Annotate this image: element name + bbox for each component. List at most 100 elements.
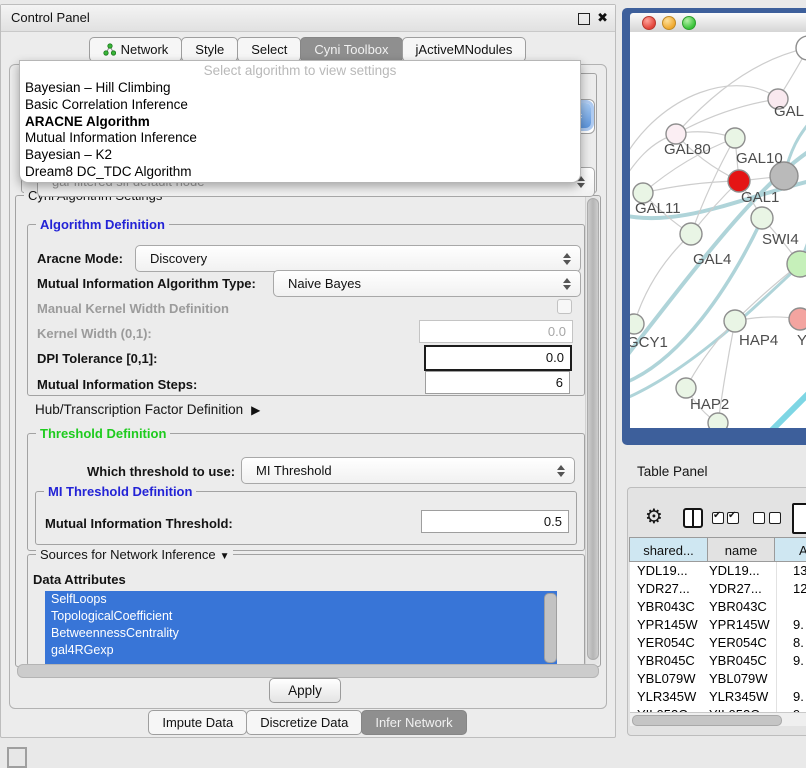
network-window-titlebar[interactable]: [630, 13, 806, 33]
network-node-hap4[interactable]: [724, 310, 746, 332]
tab-cyni-toolbox[interactable]: Cyni Toolbox: [300, 37, 402, 62]
table-cell: 13: [793, 562, 806, 580]
tab-jactivemnodules[interactable]: jActiveMNodules: [402, 37, 527, 62]
mi-threshold-field[interactable]: 0.5: [421, 510, 569, 533]
which-threshold-label: Which threshold to use:: [87, 464, 235, 479]
manual-kernel-label: Manual Kernel Width Definition: [37, 301, 229, 316]
float-window-icon[interactable]: [578, 13, 590, 25]
dropdown-item-bayesian-hill-climbing[interactable]: Bayesian – Hill Climbing: [20, 80, 580, 97]
document-icon[interactable]: [792, 503, 806, 534]
table-cell: YBL079W: [709, 670, 768, 688]
network-node-gal4[interactable]: [680, 223, 702, 245]
unchecked-checkbox-icon[interactable]: [753, 512, 765, 524]
mi-steps-label: Mutual Information Steps:: [37, 377, 197, 392]
desktop: Control Panel ✖ NetworkStyleSelectCyni T…: [0, 0, 806, 762]
scrollbar-thumb[interactable]: [587, 198, 599, 660]
table-cell: YBR045C: [637, 652, 695, 670]
network-node-gcy1[interactable]: [630, 314, 644, 334]
data-attributes-list[interactable]: SelfLoopsTopologicalCoefficientBetweenne…: [45, 591, 557, 664]
node-label-gal: GAL: [774, 103, 804, 120]
network-edge[interactable]: [768, 386, 806, 428]
sources-group-title: Sources for Network Inference▼: [36, 547, 233, 564]
column-header-shared[interactable]: shared...: [629, 537, 708, 562]
checked-checkbox-icon[interactable]: [727, 512, 739, 524]
table-row[interactable]: YBL079WYBL079W: [630, 670, 806, 688]
minimize-button[interactable]: [662, 16, 676, 30]
close-button[interactable]: [642, 16, 656, 30]
table-cell: YDL19...: [709, 562, 760, 580]
tab-label: Style: [195, 38, 224, 61]
table-row[interactable]: YPR145WYPR145W9.: [630, 616, 806, 634]
attribute-item-topologicalcoefficient[interactable]: TopologicalCoefficient: [45, 608, 557, 625]
close-icon[interactable]: ✖: [597, 10, 608, 26]
gear-icon[interactable]: ⚙: [645, 505, 663, 529]
network-edge[interactable]: [676, 48, 806, 134]
table-row[interactable]: YDL19...YDL19...13: [630, 562, 806, 580]
table-cell: YBR043C: [637, 598, 695, 616]
zoom-button[interactable]: [682, 16, 696, 30]
dropdown-item-aracne-algorithm[interactable]: ARACNE Algorithm: [20, 114, 580, 131]
settings-horizontal-scrollbar[interactable]: [17, 664, 599, 678]
tab-network[interactable]: Network: [89, 37, 183, 62]
table-row[interactable]: YDR27...YDR27...12: [630, 580, 806, 598]
apply-button[interactable]: Apply: [269, 678, 341, 703]
table-row[interactable]: YBR043CYBR043C: [630, 598, 806, 616]
dropdown-item-mutual-information-inference[interactable]: Mutual Information Inference: [20, 130, 580, 147]
attribute-item-selfloops[interactable]: SelfLoops: [45, 591, 557, 608]
mi-type-combo[interactable]: Naive Bayes: [273, 270, 581, 297]
network-node-gal10[interactable]: [725, 128, 745, 148]
node-label-hap2: HAP2: [690, 396, 729, 413]
node-label-gal4: GAL4: [693, 251, 731, 268]
collapsed-panel-icon[interactable]: [7, 747, 27, 768]
collapse-arrow-icon[interactable]: ▼: [220, 549, 230, 564]
aracne-mode-combo[interactable]: Discovery: [135, 245, 581, 272]
tab-select[interactable]: Select: [237, 37, 301, 62]
table-cell: YLR345W: [637, 688, 696, 706]
tab-discretize-data[interactable]: Discretize Data: [246, 710, 362, 735]
network-node-swi4[interactable]: [751, 207, 773, 229]
node-label-hap4: HAP4: [739, 332, 778, 349]
network-edge[interactable]: [676, 99, 778, 134]
top-tab-bar: Network Style SelectCyni ToolboxjActiveMNo…: [1, 37, 615, 62]
dropdown-item-dream8-dc-tdc-algorithm[interactable]: Dream8 DC_TDC Algorithm: [20, 164, 580, 181]
tab-style[interactable]: Style: [181, 37, 238, 62]
network-node[interactable]: [708, 413, 728, 428]
threshold-definition-title: Threshold Definition: [36, 426, 170, 441]
columns-icon[interactable]: [683, 508, 703, 528]
node-label-swi4: SWI4: [762, 231, 799, 248]
which-threshold-combo[interactable]: MI Threshold: [241, 457, 575, 484]
column-header-name[interactable]: name: [707, 537, 775, 562]
tab-infer-network[interactable]: Infer Network: [361, 710, 466, 735]
tab-label: Discretize Data: [260, 711, 348, 734]
node-label-gal10: GAL10: [736, 150, 783, 167]
table-cell: YER054C: [637, 634, 695, 652]
mi-steps-field[interactable]: 6: [425, 371, 570, 394]
network-node-hap2[interactable]: [676, 378, 696, 398]
network-node[interactable]: [787, 251, 806, 277]
dropdown-item-list: Bayesian – Hill ClimbingBasic Correlatio…: [20, 80, 580, 181]
attribute-item-betweennesscentrality[interactable]: BetweennessCentrality: [45, 625, 557, 642]
mi-type-label: Mutual Information Algorithm Type:: [37, 276, 256, 291]
kernel-width-field[interactable]: 0.0: [419, 320, 573, 343]
hub-definition-toggle[interactable]: Hub/Transcription Factor Definition▶: [35, 402, 260, 417]
column-header-a[interactable]: A: [774, 537, 806, 562]
network-edge[interactable]: [643, 181, 739, 193]
dropdown-item-bayesian-k2[interactable]: Bayesian – K2: [20, 147, 580, 164]
scrollbar-thumb[interactable]: [632, 715, 782, 726]
dpi-tolerance-field[interactable]: 0.0: [424, 345, 572, 371]
network-node-y[interactable]: [789, 308, 806, 330]
network-node[interactable]: [796, 36, 806, 60]
tab-impute-data[interactable]: Impute Data: [148, 710, 247, 735]
attribute-item-gal4rgexp[interactable]: gal4RGexp: [45, 642, 557, 659]
list-scrollbar-thumb[interactable]: [544, 593, 557, 663]
unchecked-checkbox-icon[interactable]: [769, 512, 781, 524]
mi-steps-value: 6: [556, 372, 563, 393]
network-view-canvas[interactable]: GALGAL80GAL10GAL1GAL11SWI4GAL4GCY1HAP4YH…: [630, 32, 806, 428]
expand-arrow-icon[interactable]: ▶: [251, 403, 260, 417]
table-row[interactable]: YBR045CYBR045C9.: [630, 652, 806, 670]
table-row[interactable]: YER054CYER054C8.: [630, 634, 806, 652]
dropdown-item-basic-correlation-inference[interactable]: Basic Correlation Inference: [20, 97, 580, 114]
manual-kernel-checkbox[interactable]: [557, 299, 572, 314]
table-row[interactable]: YLR345WYLR345W9.: [630, 688, 806, 706]
checked-checkbox-icon[interactable]: [712, 512, 724, 524]
